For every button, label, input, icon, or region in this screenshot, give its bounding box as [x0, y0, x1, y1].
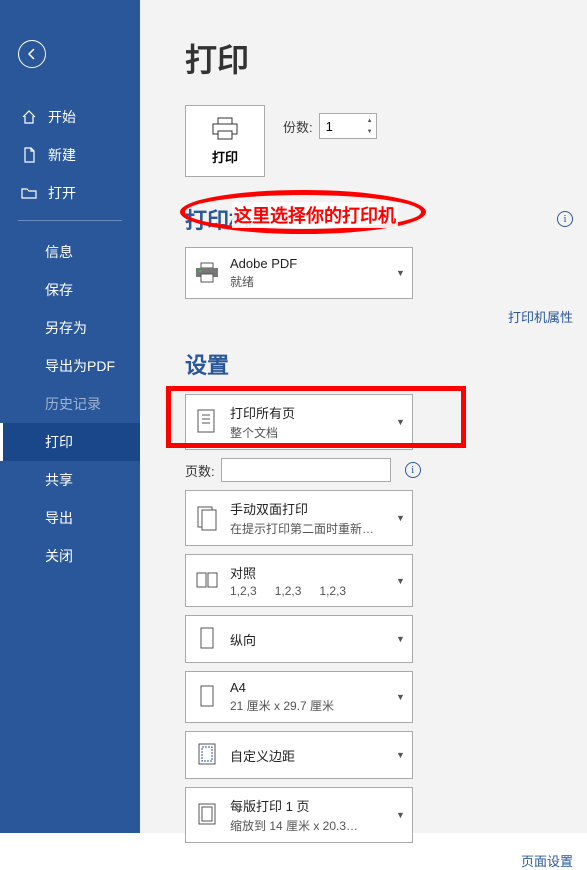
sidebar-item-home[interactable]: 开始 [0, 98, 140, 136]
sidebar-item-saveas[interactable]: 另存为 [0, 309, 140, 347]
sidebar-item-share[interactable]: 共享 [0, 461, 140, 499]
pages-per-sheet-sub: 缩放到 14 厘米 x 20.3… [230, 817, 396, 834]
sidebar-item-label: 导出 [45, 508, 73, 528]
printer-info-icon[interactable]: i [557, 211, 573, 227]
sidebar-item-history: 历史记录 [0, 385, 140, 423]
sidebar-item-export[interactable]: 导出 [0, 499, 140, 537]
margins-icon [192, 740, 222, 770]
home-icon [20, 108, 38, 126]
copies-down-button[interactable]: ▼ [365, 126, 375, 137]
sidebar-item-info[interactable]: 信息 [0, 233, 140, 271]
chevron-down-icon: ▼ [396, 513, 406, 523]
sidebar-item-label: 导出为PDF [45, 356, 115, 376]
sidebar-item-label: 共享 [45, 470, 73, 490]
sidebar-item-label: 另存为 [45, 318, 87, 338]
chevron-down-icon: ▼ [396, 810, 406, 820]
printer-select-dropdown[interactable]: Adobe PDF 就绪 ▼ [185, 247, 413, 299]
pages-info-icon[interactable]: i [405, 462, 421, 478]
print-range-sub: 整个文档 [230, 424, 396, 441]
chevron-down-icon: ▼ [396, 750, 406, 760]
copies-up-button[interactable]: ▲ [365, 115, 375, 126]
folder-open-icon [20, 184, 38, 202]
paper-size-sub: 21 厘米 x 29.7 厘米 [230, 697, 396, 714]
sidebar-item-label: 打开 [48, 183, 76, 203]
sidebar-item-close[interactable]: 关闭 [0, 537, 140, 575]
sidebar-divider [18, 220, 122, 221]
chevron-down-icon: ▼ [396, 692, 406, 702]
orientation-portrait-icon [192, 624, 222, 654]
sidebar-item-exportpdf[interactable]: 导出为PDF [0, 347, 140, 385]
chevron-down-icon: ▼ [396, 417, 406, 427]
chevron-down-icon: ▼ [396, 576, 406, 586]
sidebar-item-save[interactable]: 保存 [0, 271, 140, 309]
sidebar-item-label: 信息 [45, 242, 73, 262]
sidebar-item-open[interactable]: 打开 [0, 174, 140, 212]
printer-properties-link[interactable]: 打印机属性 [185, 307, 573, 326]
copies-label: 份数: [283, 117, 313, 136]
duplex-sub: 在提示打印第二面时重新… [230, 520, 396, 537]
paper-size-icon [192, 682, 222, 712]
pages-per-sheet-icon [192, 800, 222, 830]
page-title: 打印 [185, 35, 587, 81]
collate-title: 对照 [230, 563, 396, 582]
back-button[interactable] [18, 40, 46, 68]
sidebar-item-label: 打印 [45, 432, 73, 452]
duplex-title: 手动双面打印 [230, 499, 396, 518]
print-range-title: 打印所有页 [230, 403, 396, 422]
margins-title: 自定义边距 [230, 746, 396, 765]
pages-label: 页数: [185, 461, 215, 480]
orientation-title: 纵向 [230, 630, 396, 649]
pages-icon [192, 407, 222, 437]
printer-icon [210, 117, 240, 141]
orientation-dropdown[interactable]: 纵向 ▼ [185, 615, 413, 663]
printer-name: Adobe PDF [230, 256, 396, 271]
print-button-label: 打印 [212, 147, 238, 166]
printer-device-icon [192, 258, 222, 288]
printer-heading: 打印机 [185, 203, 251, 235]
print-range-dropdown[interactable]: 打印所有页 整个文档 ▼ [185, 394, 413, 450]
collate-icon [192, 566, 222, 596]
chevron-down-icon: ▼ [396, 268, 406, 278]
paper-size-title: A4 [230, 680, 396, 695]
collate-sub: 1,2,31,2,31,2,3 [230, 584, 396, 598]
sidebar-item-label: 关闭 [45, 546, 73, 566]
page-setup-link[interactable]: 页面设置 [185, 851, 573, 870]
sidebar-item-label: 保存 [45, 280, 73, 300]
collate-dropdown[interactable]: 对照 1,2,31,2,31,2,3 ▼ [185, 554, 413, 607]
pages-per-sheet-title: 每版打印 1 页 [230, 796, 396, 815]
pages-per-sheet-dropdown[interactable]: 每版打印 1 页 缩放到 14 厘米 x 20.3… ▼ [185, 787, 413, 843]
print-button[interactable]: 打印 [185, 105, 265, 177]
new-doc-icon [20, 146, 38, 164]
sidebar-item-print[interactable]: 打印 [0, 423, 140, 461]
paper-size-dropdown[interactable]: A4 21 厘米 x 29.7 厘米 ▼ [185, 671, 413, 723]
printer-status: 就绪 [230, 273, 396, 290]
chevron-down-icon: ▼ [396, 634, 406, 644]
duplex-dropdown[interactable]: 手动双面打印 在提示打印第二面时重新… ▼ [185, 490, 413, 546]
sidebar-item-label: 新建 [48, 145, 76, 165]
margins-dropdown[interactable]: 自定义边距 ▼ [185, 731, 413, 779]
pages-input[interactable] [221, 458, 391, 482]
sidebar-item-new[interactable]: 新建 [0, 136, 140, 174]
sidebar-item-label: 开始 [48, 107, 76, 127]
settings-heading: 设置 [185, 348, 229, 380]
arrow-left-icon [25, 47, 39, 61]
duplex-icon [192, 503, 222, 533]
sidebar-item-label: 历史记录 [45, 394, 101, 414]
